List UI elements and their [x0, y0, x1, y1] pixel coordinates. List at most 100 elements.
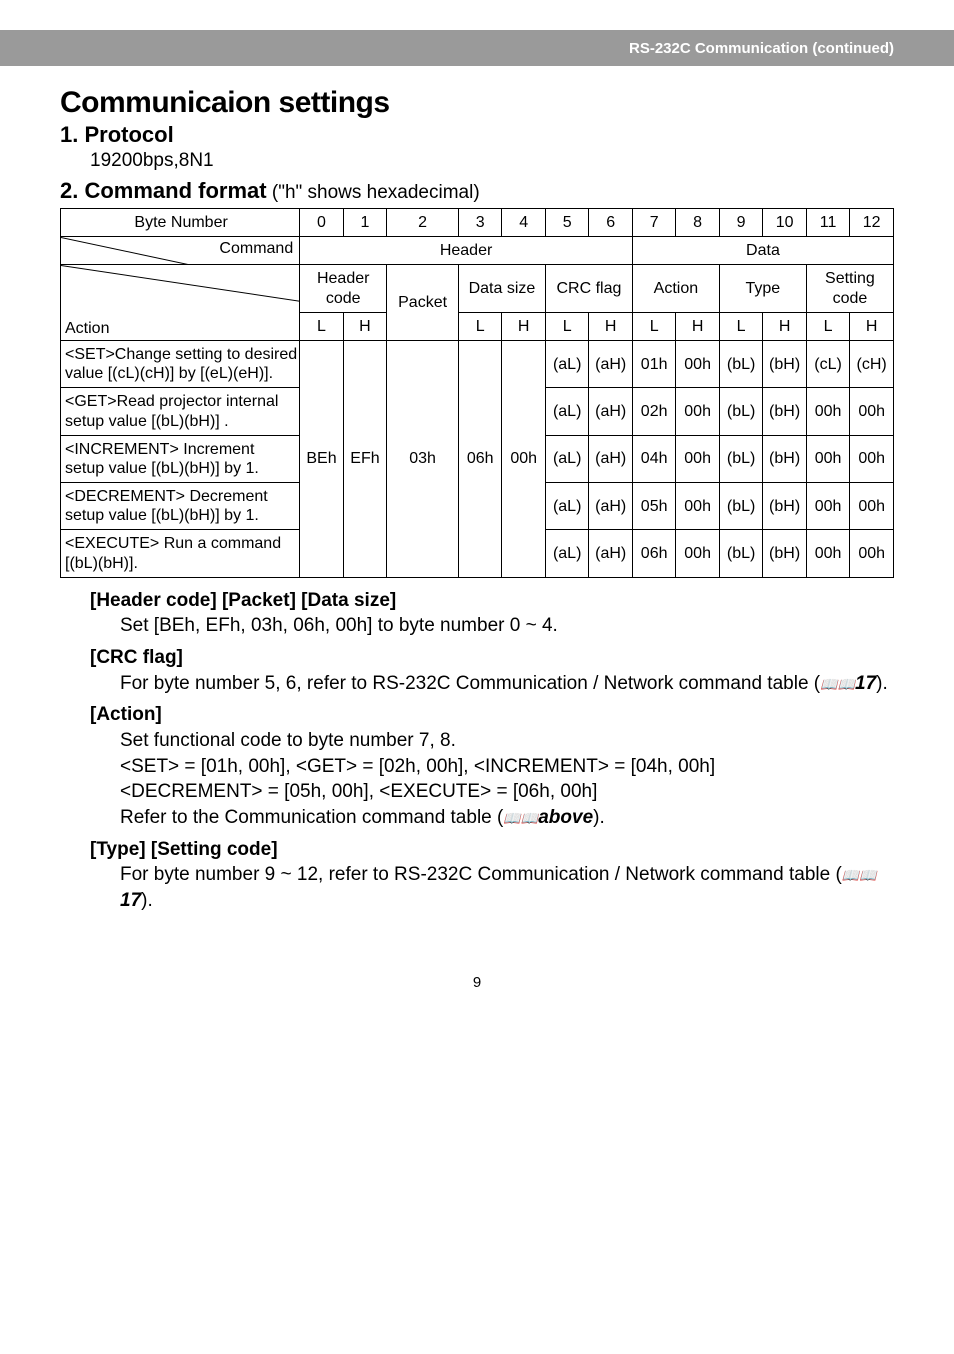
crc-pre: For byte number 5, 6, refer to RS-232C C… [120, 673, 820, 694]
r4-typh: (bH) [763, 530, 806, 577]
sc-h: H [850, 312, 894, 340]
diag-action: Action [61, 265, 300, 341]
row-desc: <SET>Change setting to desired value [(c… [61, 340, 300, 387]
command-format-suffix: ("h" shows hexadecimal) [267, 182, 480, 203]
r0-acth: 00h [676, 340, 719, 387]
r3-scl: 00h [806, 483, 849, 530]
row-desc: <GET>Read projector internal setup value… [61, 388, 300, 435]
r0-typh: (bH) [763, 340, 806, 387]
col-9: 9 [719, 209, 762, 237]
r0-sch: (cH) [850, 340, 894, 387]
data-group: Data [632, 237, 893, 265]
r2-ah: (aH) [589, 435, 632, 482]
r0-al: (aL) [545, 340, 588, 387]
r2-acth: 00h [676, 435, 719, 482]
col-3: 3 [458, 209, 501, 237]
row-desc: <INCREMENT> Increment setup value [(bL)(… [61, 435, 300, 482]
type-pre: For byte number 9 ~ 12, refer to RS-232C… [120, 864, 842, 885]
r2-sch: 00h [850, 435, 894, 482]
body-action-1: Set functional code to byte number 7, 8. [60, 728, 894, 754]
col-10: 10 [763, 209, 806, 237]
hdr-header-code: [Header code] [Packet] [Data size] [60, 588, 894, 614]
action-corner-label: Action [65, 319, 109, 338]
page-title: Communicaion settings [60, 86, 894, 120]
col-1: 1 [343, 209, 386, 237]
action-ref: above [521, 807, 593, 828]
r1-typh: (bH) [763, 388, 806, 435]
r2-actl: 04h [632, 435, 675, 482]
hdr-type: [Type] [Setting code] [60, 837, 894, 863]
r4-acth: 00h [676, 530, 719, 577]
row-byte-number: Byte Number 0 1 2 3 4 5 6 7 8 9 10 11 12 [61, 209, 894, 237]
row-desc: <DECREMENT> Decrement setup value [(bL)(… [61, 483, 300, 530]
packet-label: Packet [387, 265, 459, 341]
body-action-3: <DECREMENT> = [05h, 00h], <EXECUTE> = [0… [60, 779, 894, 805]
r0-ah: (aH) [589, 340, 632, 387]
act-l: L [632, 312, 675, 340]
action-label: Action [632, 265, 719, 312]
crc-flag-label: CRC flag [545, 265, 632, 312]
r3-ah: (aH) [589, 483, 632, 530]
r3-actl: 05h [632, 483, 675, 530]
col-2: 2 [387, 209, 459, 237]
band-text: RS-232C Communication (continued) [629, 40, 894, 57]
header-group: Header [300, 237, 633, 265]
protocol-heading: 1. Protocol [60, 122, 894, 148]
command-label: Command [219, 239, 293, 258]
sc-l: L [806, 312, 849, 340]
col-4: 4 [502, 209, 545, 237]
col-5: 5 [545, 209, 588, 237]
r1-al: (aL) [545, 388, 588, 435]
action-pre: Refer to the Communication command table… [120, 807, 503, 828]
r1-acth: 00h [676, 388, 719, 435]
crc-ref: 17 [838, 673, 877, 694]
book-icon [842, 864, 859, 885]
crc-post: ). [876, 673, 888, 694]
r1-actl: 02h [632, 388, 675, 435]
protocol-value: 19200bps,8N1 [60, 150, 894, 172]
body-action-4: Refer to the Communication command table… [60, 805, 894, 831]
col-0: 0 [300, 209, 343, 237]
command-format-label: 2. Command format [60, 178, 267, 203]
col-7: 7 [632, 209, 675, 237]
row-command-header: Command Header Data [61, 237, 894, 265]
r1-scl: 00h [806, 388, 849, 435]
data-size-label: Data size [458, 265, 545, 312]
type-label: Type [719, 265, 806, 312]
byte-number-label: Byte Number [61, 209, 300, 237]
header-band: RS-232C Communication (continued) [0, 30, 954, 66]
explanation-sections: [Header code] [Packet] [Data size] Set [… [60, 588, 894, 914]
r4-al: (aL) [545, 530, 588, 577]
body-header-code: Set [BEh, EFh, 03h, 06h, 00h] to byte nu… [60, 613, 894, 639]
ds-l: L [458, 312, 501, 340]
r3-acth: 00h [676, 483, 719, 530]
fixed-00h: 00h [502, 340, 545, 577]
col-11: 11 [806, 209, 849, 237]
header-code-label: Header code [300, 265, 387, 312]
r1-typl: (bL) [719, 388, 762, 435]
row-desc: <EXECUTE> Run a command [(bL)(bH)]. [61, 530, 300, 577]
col-8: 8 [676, 209, 719, 237]
body-type: For byte number 9 ~ 12, refer to RS-232C… [60, 862, 894, 913]
r4-scl: 00h [806, 530, 849, 577]
fixed-03h: 03h [387, 340, 459, 577]
col-6: 6 [589, 209, 632, 237]
r3-sch: 00h [850, 483, 894, 530]
fixed-efh: EFh [343, 340, 386, 577]
r2-typh: (bH) [763, 435, 806, 482]
book-icon [503, 807, 520, 828]
r4-actl: 06h [632, 530, 675, 577]
hdr-action: [Action] [60, 702, 894, 728]
r4-sch: 00h [850, 530, 894, 577]
diag-command: Command [61, 237, 300, 265]
r2-typl: (bL) [719, 435, 762, 482]
row-subgroups: Action Header code Packet Data size CRC … [61, 265, 894, 312]
crc-h: H [589, 312, 632, 340]
r4-typl: (bL) [719, 530, 762, 577]
fixed-beh: BEh [300, 340, 343, 577]
r0-typl: (bL) [719, 340, 762, 387]
r0-actl: 01h [632, 340, 675, 387]
col-12: 12 [850, 209, 894, 237]
r3-typl: (bL) [719, 483, 762, 530]
hdr-crc: [CRC flag] [60, 645, 894, 671]
